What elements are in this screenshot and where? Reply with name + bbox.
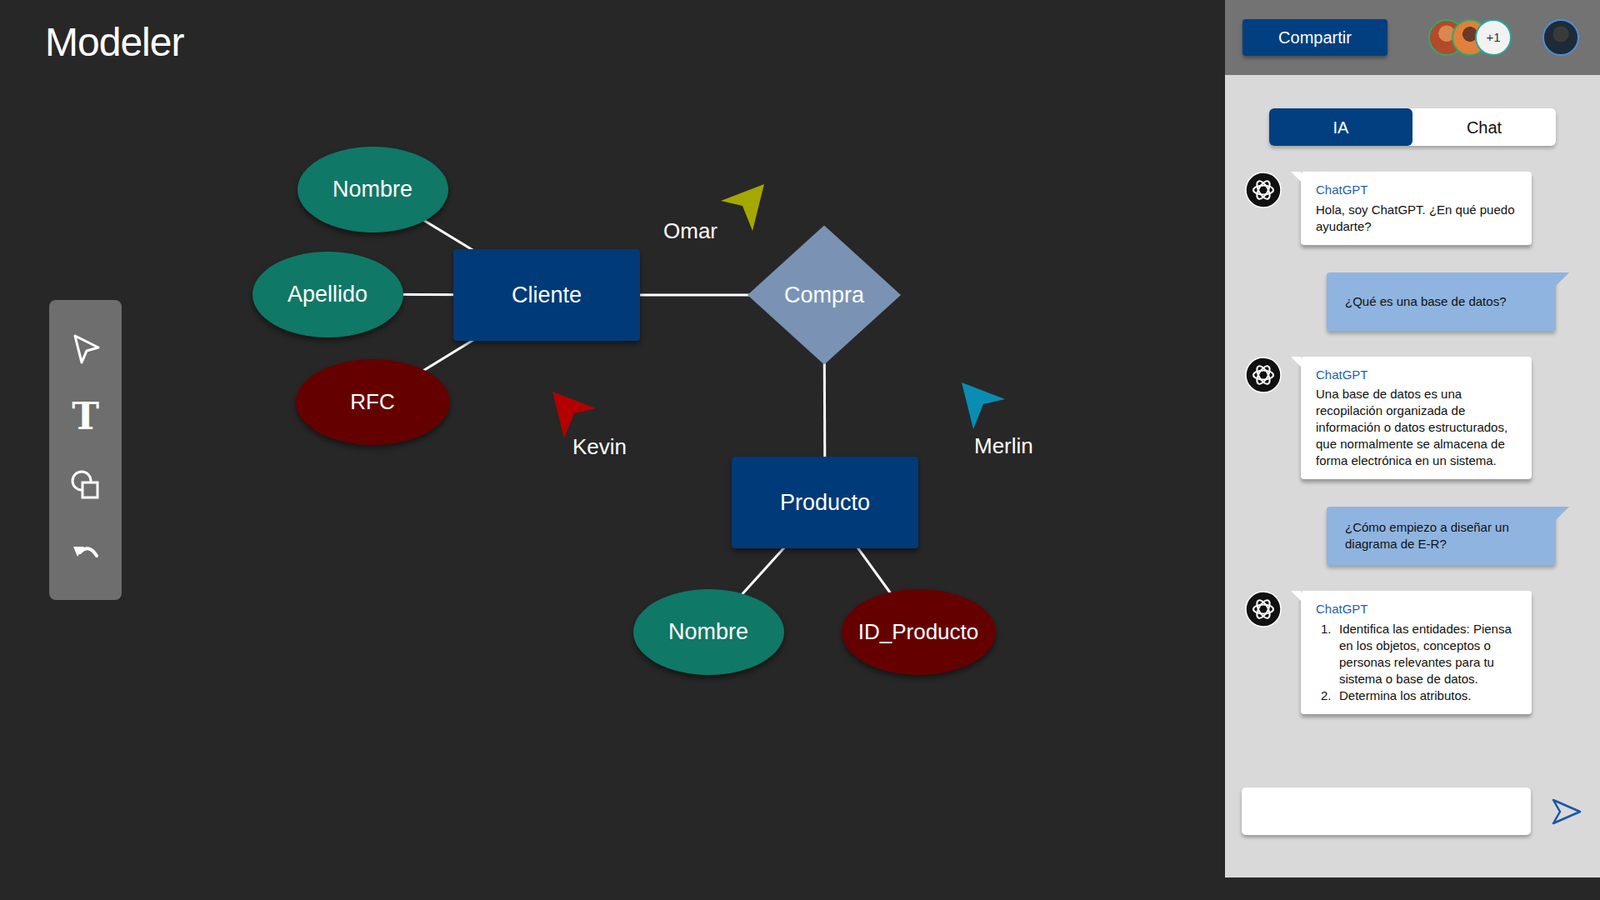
assistant-bubble: ChatGPTUna base de datos es una recopila… — [1300, 356, 1532, 480]
diagram-canvas[interactable]: Modeler T Nombre Apellido RFC Cliente Compra… — [0, 0, 1225, 900]
attribute-node[interactable]: Nombre — [633, 589, 785, 675]
message-text: ¿Qué es una base de datos? — [1345, 293, 1506, 310]
node-label: ID_Producto — [858, 615, 980, 649]
panel-header: Compartir +1 — [1225, 0, 1600, 75]
cursor-icon — [960, 381, 1006, 430]
mode-tab[interactable]: IA — [1269, 108, 1413, 146]
cursor-label: Merlin — [974, 433, 1034, 460]
message-text: Hola, soy ChatGPT. ¿En qué puedo ayudart… — [1315, 201, 1517, 235]
node-label: Producto — [780, 485, 870, 520]
user-bubble: ¿Cómo empiezo a diseñar un diagrama de E… — [1326, 506, 1556, 565]
shapes-tool-button[interactable] — [62, 461, 110, 509]
user-message: ¿Cómo empiezo a diseñar un diagrama de E… — [1225, 506, 1600, 565]
list-text: Identifica las entidades: Piensa en los … — [1339, 620, 1517, 688]
collaborator-avatars: +1 — [1428, 19, 1512, 56]
sender-name: ChatGPT — [1315, 181, 1517, 199]
chat-input[interactable] — [1241, 787, 1531, 835]
select-tool-button[interactable] — [62, 325, 110, 372]
select-icon — [68, 330, 104, 366]
entity-node[interactable]: Cliente — [453, 249, 640, 341]
cursor-label: Kevin — [572, 434, 627, 460]
message-text: ¿Cómo empiezo a diseñar un diagrama de E… — [1345, 519, 1543, 553]
app-title: Modeler — [45, 18, 184, 67]
message-text: Una base de datos es una recopilación or… — [1315, 385, 1517, 470]
node-label: Apellido — [287, 277, 368, 312]
send-icon — [1550, 795, 1584, 829]
user-avatar[interactable] — [1542, 19, 1580, 56]
chatgpt-logo-icon — [1245, 171, 1282, 209]
cursor-icon — [720, 183, 765, 232]
send-button[interactable] — [1550, 795, 1584, 829]
text-tool-icon: T — [71, 398, 100, 435]
list-item: 1.Identifica las entidades: Piensa en lo… — [1315, 620, 1517, 688]
mode-tabs: IAChat — [1269, 108, 1556, 146]
key-attribute-node[interactable]: ID_Producto — [841, 589, 996, 675]
chatgpt-logo-icon — [1245, 356, 1282, 394]
chatgpt-logo-icon — [1245, 590, 1282, 628]
assistant-message: ChatGPT 1.Identifica las entidades: Piens… — [1225, 590, 1600, 715]
more-collaborators-badge[interactable]: +1 — [1475, 19, 1512, 56]
assistant-message: ChatGPTUna base de datos es una recopila… — [1225, 356, 1600, 480]
app-window: Modeler T Nombre Apellido RFC Cliente Compra… — [0, 0, 1600, 900]
cursor-icon — [551, 390, 597, 440]
assistant-bubble: ChatGPT Hola, soy ChatGPT. ¿En qué puedo … — [1300, 171, 1532, 245]
assistant-message: ChatGPT Hola, soy ChatGPT. ¿En qué puedo … — [1225, 171, 1600, 245]
relationship-node[interactable]: Compra — [747, 225, 901, 365]
user-message: ¿Qué es una base de datos? — [1225, 272, 1600, 331]
sender-name: ChatGPT — [1315, 366, 1517, 384]
entity-node[interactable]: Producto — [731, 456, 919, 549]
node-label: Cliente — [511, 278, 582, 313]
user-bubble: ¿Qué es una base de datos? — [1326, 272, 1556, 331]
undo-icon — [68, 535, 104, 571]
attribute-node[interactable]: Apellido — [252, 251, 404, 338]
key-attribute-node[interactable]: RFC — [295, 359, 450, 445]
node-label: RFC — [350, 385, 395, 419]
tool-rail: T — [49, 300, 122, 600]
list-marker: 1. — [1320, 620, 1335, 688]
share-button[interactable]: Compartir — [1242, 19, 1388, 56]
message-list: ChatGPT Hola, soy ChatGPT. ¿En qué puedo … — [1225, 171, 1600, 788]
cursor-label: Omar — [663, 218, 718, 245]
list-marker: 2. — [1320, 687, 1335, 705]
node-label: Compra — [784, 278, 865, 313]
shapes-icon — [68, 467, 104, 503]
assistant-bubble: ChatGPT 1.Identifica las entidades: Piens… — [1300, 590, 1532, 715]
text-tool-button[interactable]: T — [62, 393, 110, 440]
node-label: Nombre — [668, 615, 749, 650]
undo-tool-button[interactable] — [62, 530, 110, 577]
sender-name: ChatGPT — [1315, 600, 1517, 618]
mode-tab[interactable]: Chat — [1412, 108, 1556, 146]
attribute-node[interactable]: Nombre — [297, 146, 449, 233]
side-panel: Compartir +1 IAChat ChatGPT Hola, soy Chat… — [1225, 0, 1600, 878]
node-label: Nombre — [332, 172, 413, 207]
list-text: Determina los atributos. — [1339, 687, 1471, 705]
list-item: 2.Determina los atributos. — [1315, 687, 1517, 705]
composer — [1225, 787, 1600, 878]
